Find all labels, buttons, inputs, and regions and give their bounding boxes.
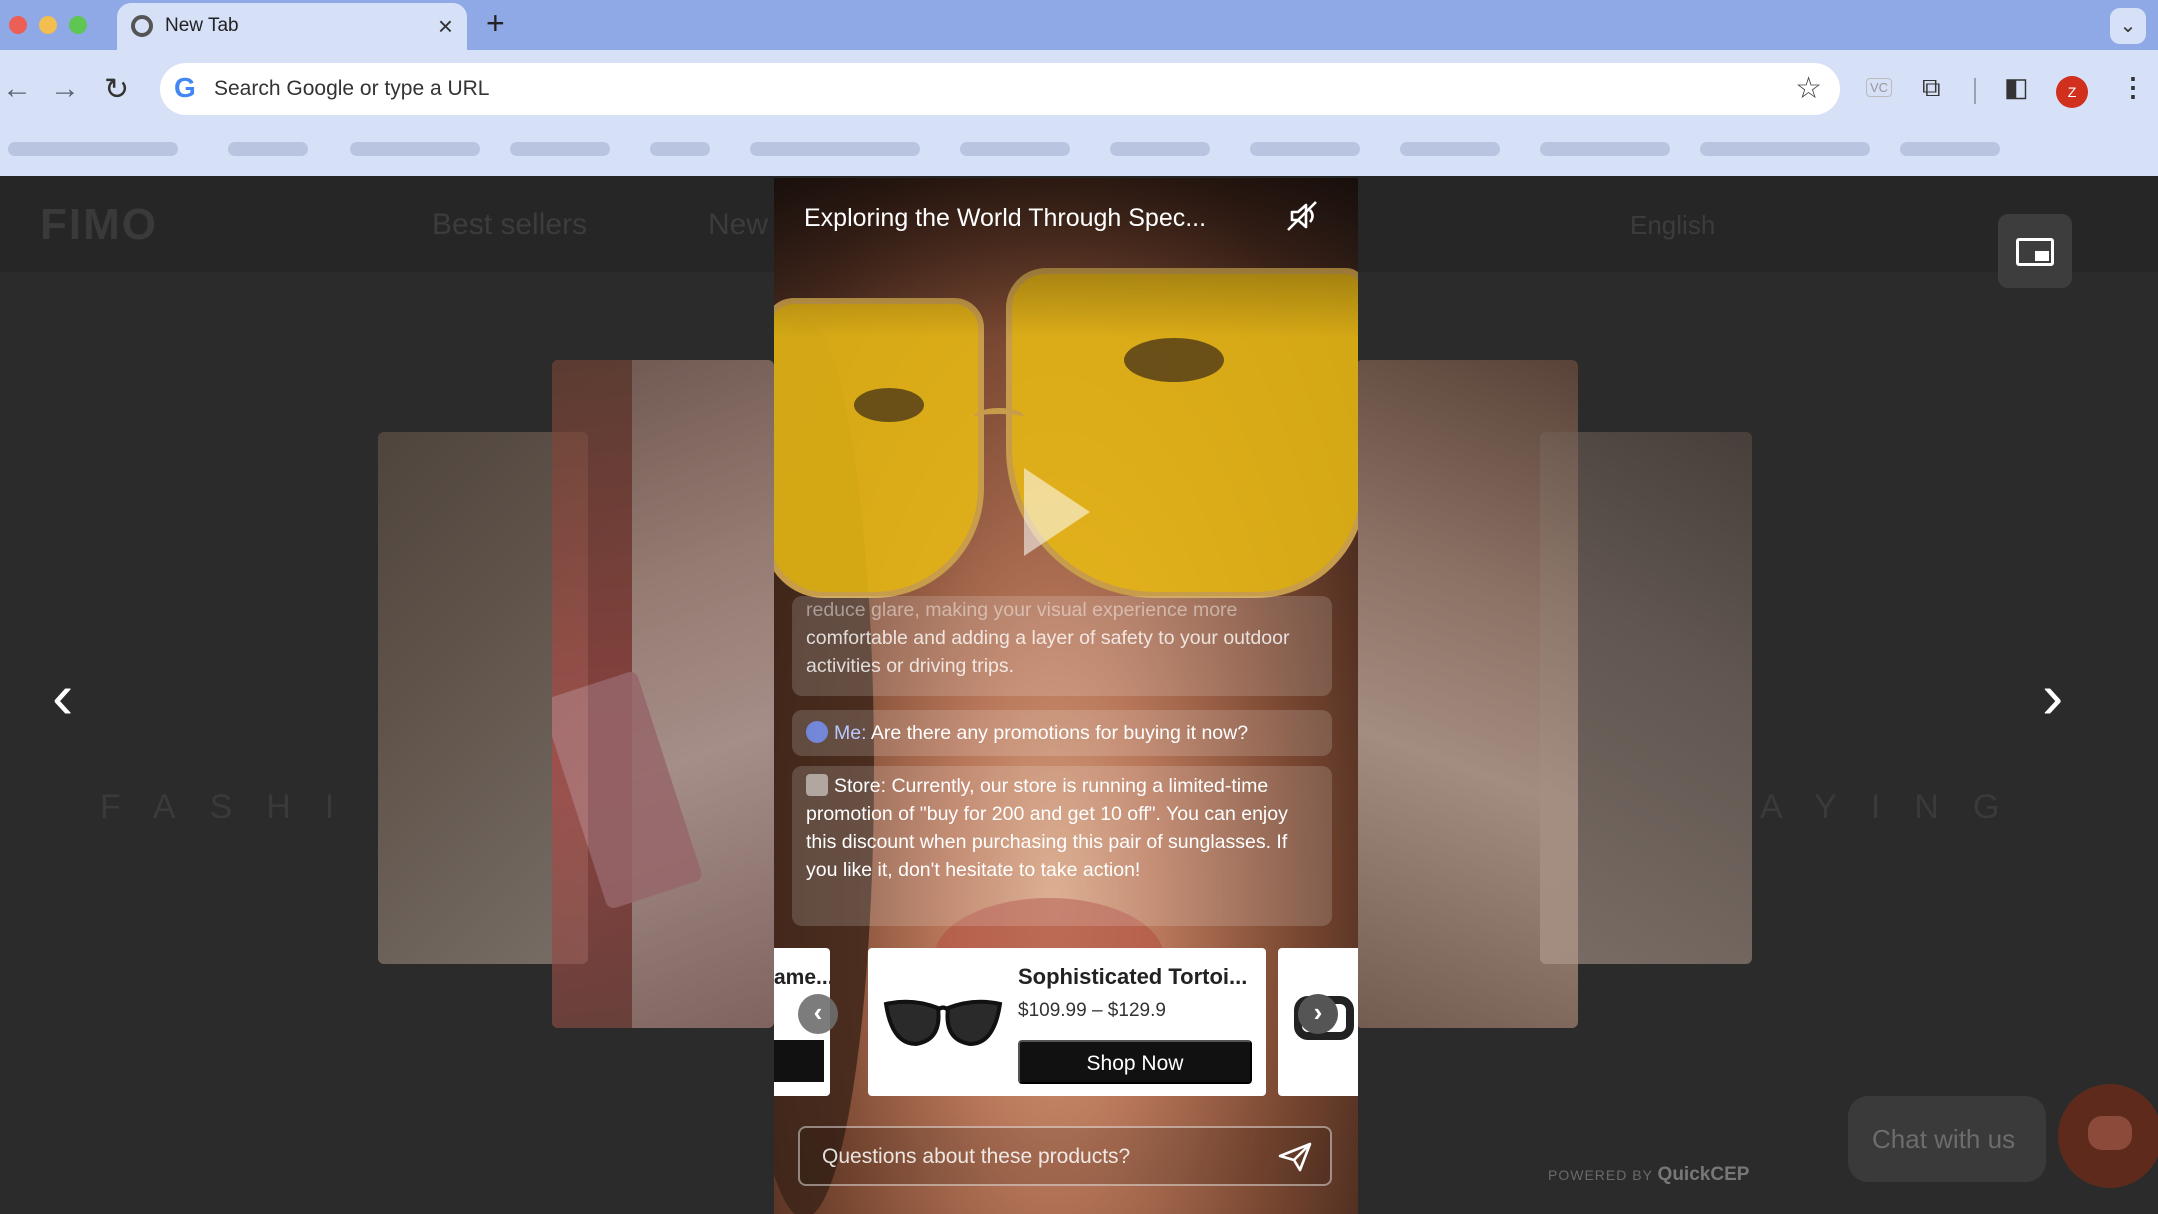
carousel-prev-button[interactable]: ‹	[798, 994, 838, 1034]
profile-avatar[interactable]: Z	[2056, 76, 2088, 108]
bookmark-item[interactable]	[1110, 142, 1210, 156]
picture-in-picture-icon	[2016, 238, 2054, 266]
send-icon[interactable]	[1278, 1142, 1312, 1172]
hero-word-right: AYING	[1760, 788, 2034, 826]
bookmark-item[interactable]	[1400, 142, 1500, 156]
picture-in-picture-button[interactable]	[1998, 214, 2072, 288]
kebab-menu-icon[interactable]: ⋮	[2120, 72, 2146, 103]
tab-close-icon[interactable]: ×	[438, 11, 453, 42]
bookmark-item[interactable]	[650, 142, 710, 156]
language-selector[interactable]: English	[1630, 210, 1715, 241]
new-tab-button[interactable]: +	[486, 5, 505, 42]
store-label: Store:	[834, 775, 887, 797]
powered-by: POWERED BY QuickCEP	[1548, 1164, 1749, 1186]
me-label: Me:	[834, 722, 867, 744]
me-message-text: Are there any promotions for buying it n…	[870, 722, 1249, 744]
product-question-field[interactable]	[798, 1126, 1332, 1186]
site-nav-best-sellers[interactable]: Best sellers	[432, 208, 587, 242]
chat-launcher-button[interactable]	[2058, 1084, 2158, 1188]
site-logo[interactable]: FIMO	[40, 200, 158, 250]
bookmark-item[interactable]	[750, 142, 920, 156]
chat-bubble-icon	[2088, 1116, 2132, 1150]
tab-title: New Tab	[165, 15, 239, 36]
video-card-left[interactable]	[552, 360, 774, 1028]
bookmark-item[interactable]	[228, 142, 308, 156]
back-icon[interactable]: ←	[2, 72, 32, 106]
chrome-icon	[131, 15, 153, 37]
video-card-far-right[interactable]	[1540, 432, 1752, 964]
chat-message-faded-line: reduce glare, making your visual experie…	[806, 599, 1238, 621]
address-bar-placeholder: Search Google or type a URL	[214, 77, 490, 100]
forward-icon[interactable]: →	[50, 72, 80, 106]
address-bar[interactable]: G Search Google or type a URL ☆	[160, 63, 1840, 115]
sunglasses-product-image	[883, 999, 1003, 1047]
site-nav-new[interactable]: New	[708, 208, 768, 242]
bookmark-item[interactable]	[350, 142, 480, 156]
chat-message-previous: reduce glare, making your visual experie…	[792, 596, 1332, 696]
product-card[interactable]: Sophisticated Tortoi... $109.99 – $129.9…	[868, 948, 1266, 1096]
shoppable-video-player[interactable]: Exploring the World Through Spec... redu…	[774, 178, 1358, 1214]
previous-video-arrow-icon[interactable]: ‹	[52, 664, 73, 728]
product-name[interactable]: Sophisticated Tortoi...	[1018, 964, 1247, 990]
product-name: ame...	[774, 966, 830, 989]
shop-now-button[interactable]: Shop Now	[1018, 1040, 1252, 1084]
carousel-next-button[interactable]: ›	[1298, 994, 1338, 1034]
powered-by-label: POWERED BY	[1548, 1167, 1653, 1183]
bookmark-item[interactable]	[510, 142, 610, 156]
close-window-button[interactable]	[9, 16, 27, 34]
browser-tab[interactable]: New Tab ×	[117, 3, 467, 50]
chat-message-store: Store: Currently, our store is running a…	[792, 766, 1332, 926]
bookmark-item[interactable]	[1700, 142, 1870, 156]
toolbar-separator	[1974, 78, 1976, 104]
google-icon: G	[174, 72, 196, 103]
mute-icon[interactable]	[1284, 198, 1320, 234]
bookmark-item[interactable]	[8, 142, 178, 156]
chat-message-text: comfortable and adding a layer of safety…	[806, 627, 1290, 677]
extension-vc-icon[interactable]: VC	[1866, 78, 1893, 97]
bookmark-item[interactable]	[1250, 142, 1360, 156]
reload-icon[interactable]: ↻	[104, 72, 129, 107]
chat-message-me: Me: Are there any promotions for buying …	[792, 710, 1332, 756]
powered-brand: QuickCEP	[1657, 1164, 1750, 1185]
bookmark-star-icon[interactable]: ☆	[1795, 71, 1822, 106]
tab-search-button[interactable]: ⌄	[2110, 8, 2146, 44]
bookmark-item[interactable]	[1900, 142, 2000, 156]
user-icon	[806, 721, 828, 743]
bookmark-item[interactable]	[960, 142, 1070, 156]
browser-toolbar: ← → ↻ G Search Google or type a URL ☆ VC…	[0, 50, 2158, 176]
maximize-window-button[interactable]	[69, 16, 87, 34]
bookmarks-bar	[0, 130, 2158, 170]
next-video-arrow-icon[interactable]: ›	[2042, 664, 2063, 728]
chat-with-us-button[interactable]: Chat with us	[1848, 1096, 2046, 1182]
shop-now-button[interactable]	[774, 1040, 824, 1082]
hero-word-left: FASHI	[100, 788, 369, 826]
bookmark-item[interactable]	[1540, 142, 1670, 156]
store-icon	[806, 774, 828, 796]
product-question-input[interactable]	[822, 1142, 1262, 1172]
video-title: Exploring the World Through Spec...	[804, 204, 1207, 232]
play-icon[interactable]	[1024, 468, 1090, 556]
minimize-window-button[interactable]	[39, 16, 57, 34]
browser-tabstrip: New Tab × + ⌄	[0, 0, 2158, 50]
chat-with-us-label: Chat with us	[1872, 1124, 2016, 1154]
side-panel-icon[interactable]: ◧	[2004, 72, 2029, 103]
sunglass-lens	[774, 298, 984, 598]
product-price: $109.99 – $129.9	[1018, 1000, 1166, 1021]
puzzle-icon[interactable]: ⧉	[1922, 72, 1941, 104]
